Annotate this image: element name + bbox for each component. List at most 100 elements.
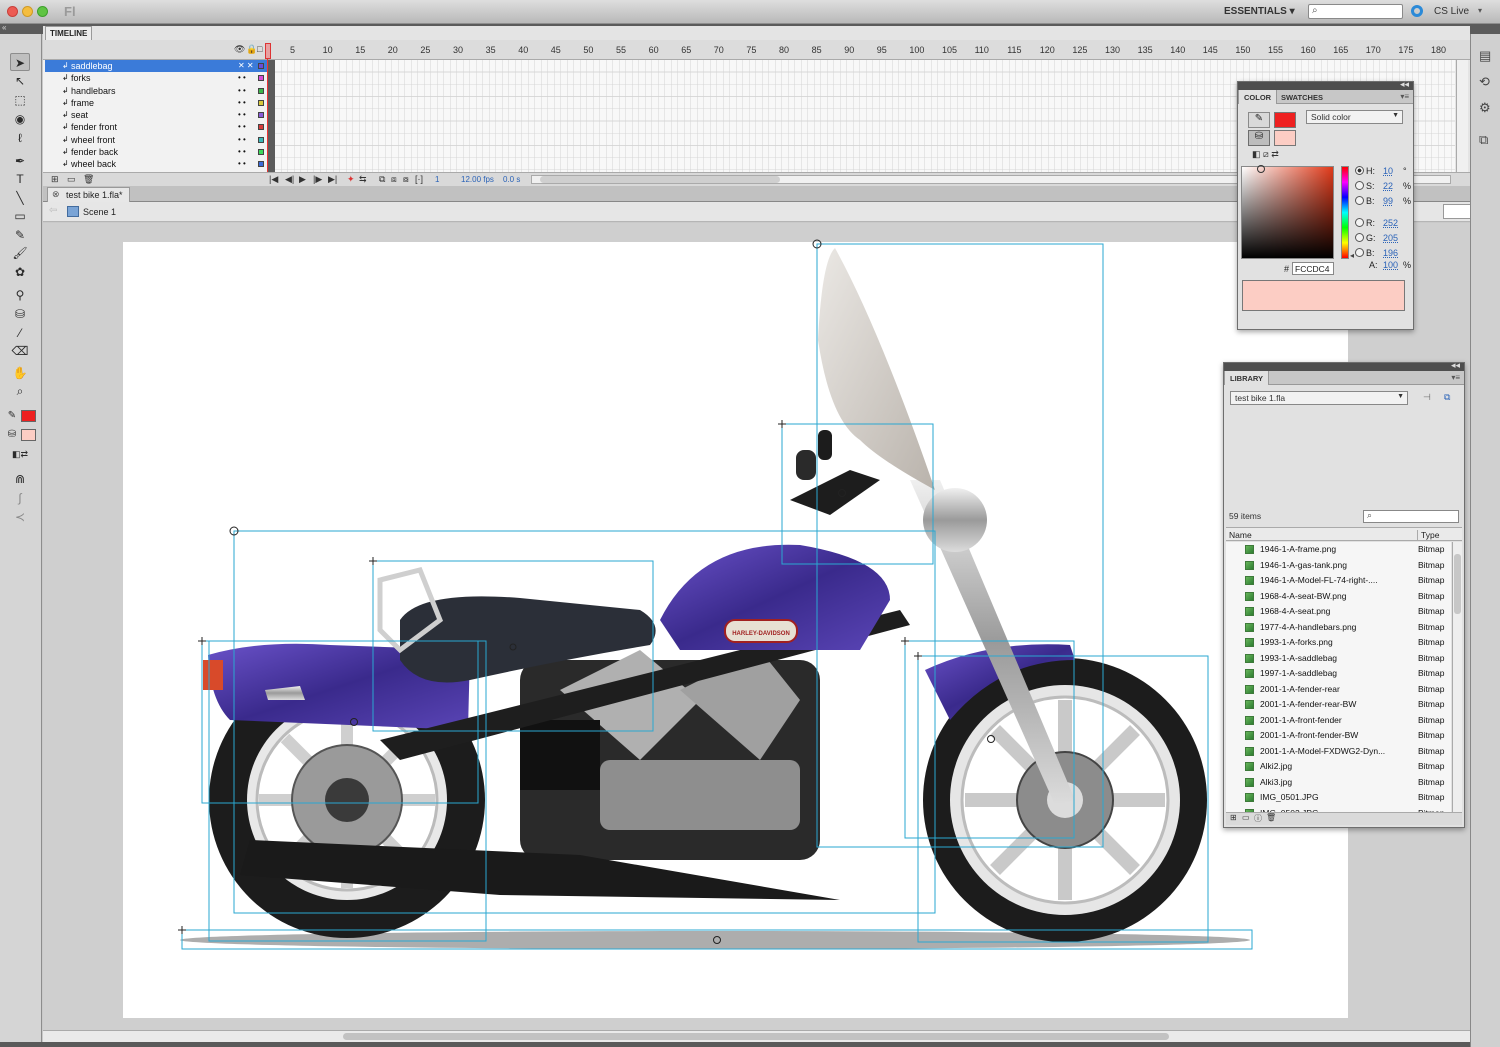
panel-menu-icon[interactable]: ▾≡ <box>1451 373 1460 382</box>
collapse-icon[interactable]: ◂◂ <box>1451 360 1460 371</box>
panel-grip[interactable]: ◂◂ <box>1238 79 1413 90</box>
new-folder-icon[interactable]: ▭ <box>1242 813 1250 822</box>
color-field[interactable]: B: 99% <box>1355 196 1411 209</box>
mirror-right[interactable] <box>796 450 816 480</box>
color-picker-cursor[interactable] <box>1257 165 1265 173</box>
color-field[interactable]: S: 22% <box>1355 181 1411 194</box>
library-item-name: 1993-1-A-forks.png <box>1260 637 1333 647</box>
collapse-icon[interactable]: ◂◂ <box>1400 79 1409 90</box>
color-mode-radio[interactable] <box>1355 218 1364 227</box>
color-field[interactable]: H: 10 ° <box>1355 166 1407 179</box>
tab-library[interactable]: LIBRARY <box>1224 371 1270 385</box>
library-item[interactable]: 2001-1-A-fender-rear Bitmap <box>1226 682 1451 698</box>
color-field[interactable]: G: 205 <box>1355 233 1398 246</box>
color-mode-radio[interactable] <box>1355 233 1364 242</box>
library-item[interactable]: 2001-1-A-fender-rear-BW Bitmap <box>1226 697 1451 713</box>
fill-color-button[interactable]: ⛁ <box>1248 130 1270 146</box>
column-type[interactable]: Type <box>1417 530 1439 540</box>
tab-color[interactable]: COLOR <box>1238 90 1278 104</box>
color-field-value[interactable]: 22 <box>1383 181 1393 191</box>
scrollbar-thumb[interactable] <box>1454 554 1461 614</box>
color-field-label: S: <box>1366 181 1375 191</box>
bitmap-icon <box>1245 777 1254 787</box>
hex-label: # <box>1284 264 1290 274</box>
properties-icon[interactable]: ▤ <box>1479 48 1491 64</box>
library-item[interactable]: Alki3.jpg Bitmap <box>1226 775 1451 791</box>
library-item-name: 1968-4-A-seat.png <box>1260 606 1331 616</box>
color-field-value[interactable]: 196 <box>1383 248 1398 258</box>
library-footer: ⊞ ▭ ⓘ 🗑 <box>1226 812 1462 825</box>
alpha-value[interactable]: 100 <box>1383 260 1398 270</box>
bitmap-icon <box>1245 545 1254 554</box>
windshield[interactable] <box>818 248 935 490</box>
bitmap-icon <box>1245 622 1254 632</box>
scrollbar-thumb[interactable] <box>343 1033 1169 1040</box>
color-mode-radio[interactable] <box>1355 196 1364 205</box>
library-item[interactable]: IMG_0501.JPG Bitmap <box>1226 790 1451 806</box>
library-item-name: 1946-1-A-Model-FL-74-right-.... <box>1260 575 1378 585</box>
bitmap-icon <box>1245 607 1254 616</box>
new-library-panel-icon[interactable]: ⧉ <box>1444 392 1450 403</box>
panel-menu-icon[interactable]: ▾≡ <box>1400 92 1409 101</box>
color-mode-radio[interactable] <box>1355 181 1364 190</box>
library-item-type: Bitmap <box>1418 637 1445 647</box>
library-item-name: 2001-1-A-front-fender-BW <box>1260 730 1359 740</box>
project-icon[interactable]: ⧉ <box>1479 132 1488 148</box>
color-field[interactable]: R: 252 <box>1355 218 1398 231</box>
library-item-name: 1993-1-A-saddlebag <box>1260 652 1338 663</box>
saturation-brightness-picker[interactable] <box>1241 166 1334 259</box>
library-item-name: 1946-1-A-frame.png <box>1260 544 1337 554</box>
black-white-none-swap-icons[interactable]: ◧ ⧄ ⇄ <box>1252 149 1279 160</box>
tail-light[interactable] <box>203 660 223 690</box>
library-item[interactable]: 1968-4-A-seat-BW.png Bitmap <box>1226 589 1451 605</box>
color-field-value[interactable]: 10 <box>1383 166 1393 176</box>
library-item-name: Alki2.jpg <box>1260 761 1293 771</box>
motion-presets-icon[interactable]: ⟲ <box>1479 74 1490 90</box>
components-icon[interactable]: ⚙ <box>1479 100 1491 116</box>
library-item-type: Bitmap <box>1418 575 1445 585</box>
library-search-input[interactable]: ⌕ <box>1363 510 1459 523</box>
library-document-select[interactable]: test bike 1.fla ▼ <box>1230 391 1408 405</box>
library-item[interactable]: 1993-1-A-saddlebag Bitmap <box>1226 651 1451 667</box>
library-item[interactable]: 2001-1-A-front-fender Bitmap <box>1226 713 1451 729</box>
tab-swatches[interactable]: SWATCHES <box>1276 90 1328 104</box>
color-mode-radio[interactable] <box>1355 166 1364 175</box>
hue-slider-marker[interactable]: ◂ <box>1350 251 1354 260</box>
pin-library-icon[interactable]: ⊣ <box>1423 392 1431 403</box>
library-item[interactable]: Alki2.jpg Bitmap <box>1226 759 1451 775</box>
library-item-count: 59 items <box>1229 511 1262 521</box>
mirror-left[interactable] <box>818 430 832 460</box>
color-field-value[interactable]: 252 <box>1383 218 1398 228</box>
new-symbol-icon[interactable]: ⊞ <box>1230 813 1237 822</box>
tank-logo-text: HARLEY-DAVIDSON <box>732 631 790 637</box>
color-type-select[interactable]: Solid color ▼ <box>1306 110 1403 124</box>
library-item[interactable]: 1968-4-A-seat.png Bitmap <box>1226 604 1451 620</box>
stroke-color-swatch[interactable] <box>1274 112 1296 128</box>
library-item[interactable]: 1977-4-A-handlebars.png Bitmap <box>1226 620 1451 636</box>
library-item[interactable]: 1993-1-A-forks.png Bitmap <box>1226 635 1451 651</box>
stroke-color-button[interactable]: ✎ <box>1248 112 1270 128</box>
hex-input[interactable]: FCCDC4 <box>1292 262 1334 275</box>
library-item[interactable]: 1997-1-A-saddlebag Bitmap <box>1226 666 1451 682</box>
library-item-type: Bitmap <box>1418 544 1445 554</box>
library-item[interactable]: 1946-1-A-Model-FL-74-right-.... Bitmap <box>1226 573 1451 589</box>
fill-color-swatch[interactable] <box>1274 130 1296 146</box>
library-item[interactable]: 1946-1-A-frame.png Bitmap <box>1226 542 1451 558</box>
hue-slider[interactable] <box>1341 166 1349 259</box>
library-item-type: Bitmap <box>1418 699 1445 709</box>
color-field-value[interactable]: 205 <box>1383 233 1398 243</box>
library-item[interactable]: 1946-1-A-gas-tank.png Bitmap <box>1226 558 1451 574</box>
properties-icon[interactable]: ⓘ <box>1254 813 1262 824</box>
color-field-value[interactable]: 99 <box>1383 196 1393 206</box>
chevron-down-icon: ▼ <box>1397 393 1404 400</box>
color-mode-radio[interactable] <box>1355 248 1364 257</box>
delete-icon[interactable]: 🗑 <box>1266 813 1276 822</box>
column-name[interactable]: Name <box>1229 530 1252 540</box>
panel-grip[interactable]: ◂◂ <box>1224 360 1464 371</box>
stage-horizontal-scrollbar[interactable] <box>43 1030 1470 1042</box>
library-item-type: Bitmap <box>1418 590 1445 601</box>
library-item[interactable]: 2001-1-A-front-fender-BW Bitmap <box>1226 728 1451 744</box>
library-item-name: 2001-1-A-fender-rear-BW <box>1260 699 1357 709</box>
library-scrollbar[interactable] <box>1452 542 1462 812</box>
library-item[interactable]: 2001-1-A-Model-FXDWG2-Dyn... Bitmap <box>1226 744 1451 760</box>
